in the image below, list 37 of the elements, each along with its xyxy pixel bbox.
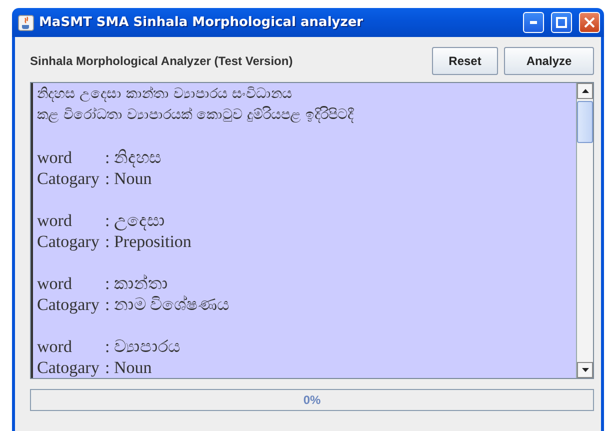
word-value: : උදෙසා: [105, 210, 165, 231]
scroll-up-button[interactable]: [577, 83, 593, 99]
minimize-button[interactable]: [523, 12, 544, 33]
maximize-icon: [556, 17, 567, 28]
sentence-line: නිදහස උදෙසා කාන්තා ව්‍යාපාරය සංවිධානය: [37, 85, 293, 104]
output-text-area[interactable]: [31, 83, 576, 378]
scroll-down-button[interactable]: [577, 362, 593, 378]
category-label: Catogary: [37, 294, 100, 315]
category-label: Catogary: [37, 231, 100, 252]
maximize-button[interactable]: [551, 12, 572, 33]
window-title: MaSMT SMA Sinhala Morphological analyzer: [39, 15, 364, 30]
word-value: : නිදහස: [105, 147, 161, 168]
category-value: : Noun: [105, 357, 152, 378]
analyze-button[interactable]: Analyze: [504, 47, 594, 75]
progress-percent: 0%: [303, 393, 321, 407]
word-label: word: [37, 210, 73, 231]
category-value: : නාම විශේෂණය: [105, 294, 230, 315]
close-button[interactable]: [579, 12, 600, 33]
close-icon: [584, 17, 595, 28]
word-value: : කාන්තා: [105, 273, 168, 294]
up-arrow-icon: [582, 89, 588, 93]
sentence-line: කළ විරෝධතා ව්‍යාපාරයක් කොටුව දුම්රියපළ ඉදිරිපිටදී: [37, 105, 355, 125]
word-label: word: [37, 273, 73, 294]
minimize-icon: [530, 21, 537, 24]
category-value: : Noun: [105, 168, 152, 189]
heading-label: Sinhala Morphological Analyzer (Test Version): [30, 54, 294, 68]
java-cup-icon: [18, 14, 34, 30]
category-value: : Preposition: [105, 231, 192, 252]
word-value: : ව්‍යාපාරය: [105, 336, 180, 357]
vertical-scrollbar[interactable]: [576, 83, 593, 378]
word-label: word: [37, 336, 73, 357]
scrollbar-thumb[interactable]: [577, 101, 593, 143]
category-label: Catogary: [37, 168, 100, 189]
word-label: word: [37, 147, 73, 168]
category-label: Catogary: [37, 357, 100, 378]
down-arrow-icon: [582, 368, 588, 372]
reset-button[interactable]: Reset: [432, 47, 498, 75]
